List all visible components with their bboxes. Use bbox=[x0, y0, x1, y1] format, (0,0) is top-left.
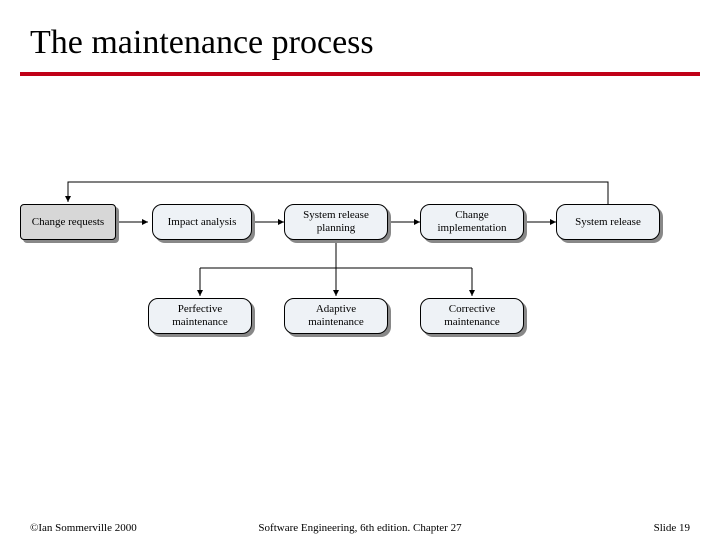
node-label: Impact analysis bbox=[152, 204, 252, 240]
node-label: Change implementation bbox=[420, 204, 524, 240]
node-label: Adaptive maintenance bbox=[284, 298, 388, 334]
footer-slide-number: Slide 19 bbox=[654, 522, 690, 534]
node-adaptive-maintenance: Adaptive maintenance bbox=[284, 298, 388, 334]
node-impact-analysis: Impact analysis bbox=[152, 204, 252, 240]
process-diagram: Change requests Impact analysis System r… bbox=[20, 178, 700, 398]
node-system-release: System release bbox=[556, 204, 660, 240]
node-change-requests: Change requests bbox=[20, 204, 116, 240]
slide-title: The maintenance process bbox=[30, 24, 374, 62]
node-change-implementation: Change implementation bbox=[420, 204, 524, 240]
node-label: System release bbox=[556, 204, 660, 240]
node-label: Perfective maintenance bbox=[148, 298, 252, 334]
footer-center: Software Engineering, 6th edition. Chapt… bbox=[0, 522, 720, 534]
node-release-planning: System release planning bbox=[284, 204, 388, 240]
node-perfective-maintenance: Perfective maintenance bbox=[148, 298, 252, 334]
node-corrective-maintenance: Corrective maintenance bbox=[420, 298, 524, 334]
node-label: Corrective maintenance bbox=[420, 298, 524, 334]
node-label: Change requests bbox=[20, 204, 116, 240]
title-underline bbox=[20, 72, 700, 76]
node-label: System release planning bbox=[284, 204, 388, 240]
